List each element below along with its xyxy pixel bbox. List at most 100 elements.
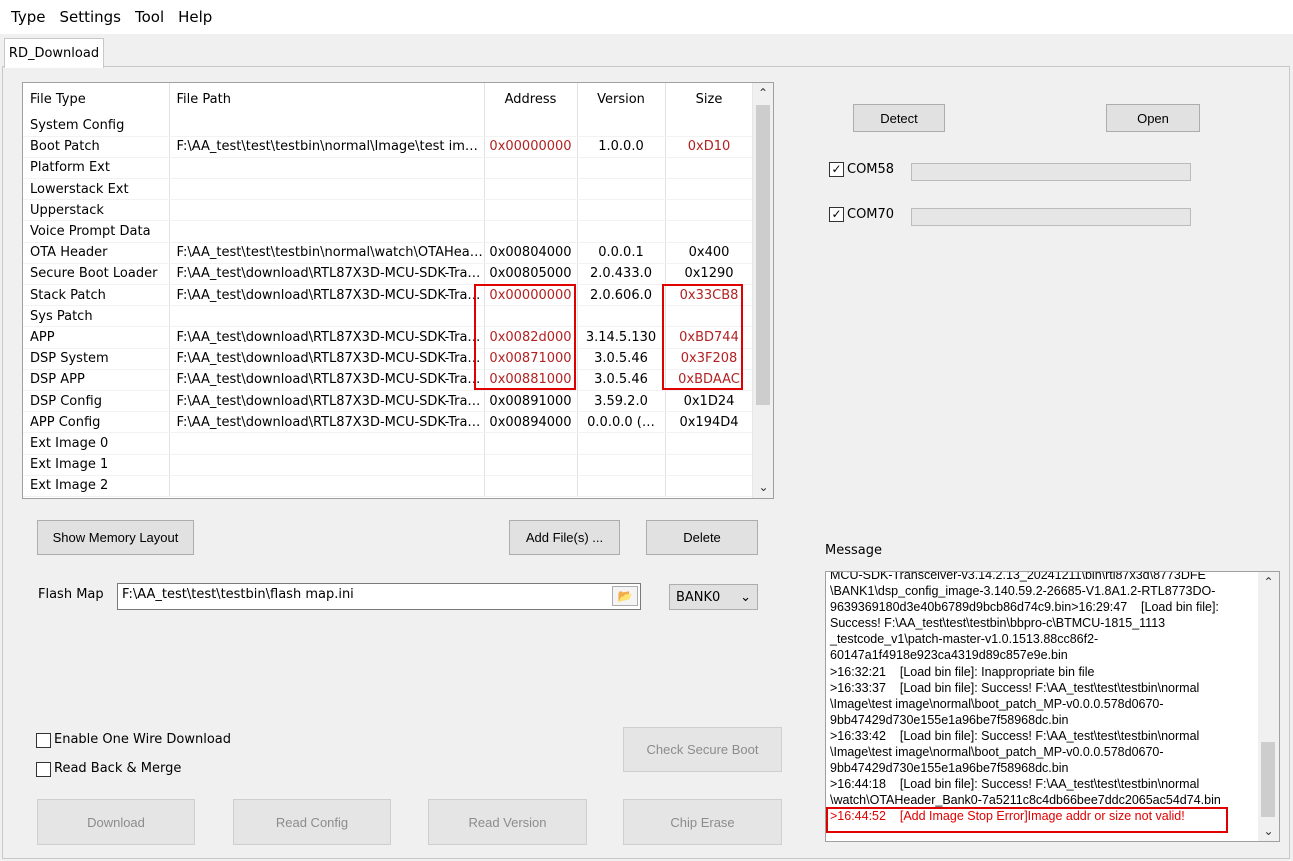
message-log[interactable]: MCU-SDK-Transceiver-v3.14.2.13_20241211\… [825,571,1280,842]
cell-file-path [169,157,485,180]
cell-size [665,220,754,243]
menu-tool[interactable]: Tool [128,0,171,34]
cell-version [577,157,666,180]
scroll-down-icon[interactable]: ⌄ [1258,821,1279,841]
cell-size: 0x194D4 [665,411,754,434]
cell-file-type: DSP Config [23,390,170,413]
cell-version: 2.0.433.0 [577,263,666,286]
cell-address: 0x0082d000 [484,326,578,349]
com70-checkbox[interactable]: ✓ [829,207,844,222]
detect-button[interactable]: Detect [853,104,945,132]
bank-select[interactable]: BANK0 ⌄ [669,584,758,610]
menu-settings[interactable]: Settings [52,0,128,34]
message-line: \watch\OTAHeader_Bank0-7a5211c8c4db66bee… [830,793,1221,808]
message-scrollbar[interactable]: ⌃ ⌄ [1258,572,1279,841]
cell-file-path: F:\AA_test\download\RTL87X3D-MCU-SDK-Tra… [169,348,485,370]
table-row[interactable]: Boot Patch F:\AA_test\test\testbin\normal… [23,136,754,158]
table-row[interactable]: DSP Config F:\AA_test\download\RTL87X3D-M… [23,390,754,413]
cell-file-type: Lowerstack Ext [23,178,170,201]
browse-folder-icon[interactable]: 📂 [612,586,638,606]
cell-file-type: Secure Boot Loader [23,263,170,286]
header-address[interactable]: Address [484,83,578,115]
cell-file-type: Voice Prompt Data [23,220,170,243]
table-row[interactable]: APP Config F:\AA_test\download\RTL87X3D-M… [23,411,754,434]
show-memory-layout-button[interactable]: Show Memory Layout [37,520,194,555]
table-row[interactable]: Voice Prompt Data [23,220,754,243]
table-row[interactable]: Stack Patch F:\AA_test\download\RTL87X3D-… [23,284,754,307]
table-row[interactable]: Ext Image 0 [23,432,754,455]
header-file-type[interactable]: File Type [23,83,170,115]
check-secure-boot-button[interactable]: Check Secure Boot [623,727,782,772]
message-line: >16:44:18 [Load bin file]: Success! F:\A… [830,777,1200,792]
cell-version: 3.14.5.130 [577,326,666,349]
cell-size [665,199,754,222]
scroll-thumb[interactable] [1261,742,1275,817]
tab-rd-download[interactable]: RD_Download [4,38,104,68]
message-line: 9639369180d3e40b6789d9bcb86d74c9.bin>16:… [830,600,1219,615]
cell-size [665,178,754,201]
table-scrollbar[interactable]: ⌃ ⌄ [752,83,773,498]
cell-version: 3.0.5.46 [577,369,666,391]
table-row[interactable]: Sys Patch [23,305,754,328]
com58-checkbox[interactable]: ✓ [829,162,844,177]
message-line: >16:33:42 [Load bin file]: Success! F:\A… [830,728,1200,743]
cell-file-path: F:\AA_test\download\RTL87X3D-MCU-SDK-Tra… [169,369,485,391]
com58-progress-bar [911,163,1191,181]
table-row[interactable]: OTA Header F:\AA_test\test\testbin\normal… [23,242,754,264]
add-files-button[interactable]: Add File(s) ... [509,520,620,555]
message-line: _testcode_v1\patch-master-v1.0.1513.88cc… [830,632,1099,647]
cell-address [484,157,578,180]
scroll-thumb[interactable] [756,105,770,405]
header-file-path[interactable]: File Path [169,83,485,115]
table-row[interactable]: Lowerstack Ext [23,178,754,201]
read-version-button[interactable]: Read Version [428,799,587,845]
table-row[interactable]: Upperstack [23,199,754,222]
table-row[interactable]: Secure Boot Loader F:\AA_test\download\RT… [23,263,754,286]
scroll-down-icon[interactable]: ⌄ [753,477,773,498]
one-wire-checkbox[interactable] [36,733,51,748]
header-version[interactable]: Version [577,83,666,115]
table-row[interactable]: Ext Image 1 [23,454,754,476]
cell-file-type: Sys Patch [23,305,170,328]
table-row[interactable]: Platform Ext [23,157,754,180]
cell-file-path: F:\AA_test\download\RTL87X3D-MCU-SDK-Tra… [169,284,485,307]
open-button[interactable]: Open [1106,104,1200,132]
cell-version: 3.59.2.0 [577,390,666,413]
table-row[interactable]: DSP System F:\AA_test\download\RTL87X3D-M… [23,348,754,370]
cell-file-type: DSP System [23,348,170,370]
message-line: MCU-SDK-Transceiver-v3.14.2.13_20241211\… [830,571,1206,582]
cell-size: 0xD10 [665,136,754,158]
check-icon: ✓ [831,207,842,221]
chip-erase-button[interactable]: Chip Erase [623,799,782,845]
header-size[interactable]: Size [665,83,754,115]
read-back-checkbox[interactable] [36,762,51,777]
table-row[interactable]: DSP APP F:\AA_test\download\RTL87X3D-MCU-… [23,369,754,391]
one-wire-label: Enable One Wire Download [54,732,232,747]
menu-help[interactable]: Help [171,0,219,34]
file-table[interactable]: File Type File Path Address Version Size… [22,82,774,499]
cell-address: 0x00894000 [484,411,578,434]
table-row[interactable]: Ext Image 2 [23,475,754,497]
cell-file-path [169,454,485,476]
cell-version [577,305,666,328]
cell-version [577,199,666,222]
menu-type[interactable]: Type [4,0,52,34]
table-row[interactable]: System Config [23,115,754,137]
cell-size: 0x33CB8 [665,284,754,307]
read-config-button[interactable]: Read Config [233,799,391,845]
cell-version [577,454,666,476]
flash-map-input[interactable]: F:\AA_test\test\testbin\flash map.ini 📂 [117,583,641,610]
scroll-up-icon[interactable]: ⌃ [753,83,773,104]
cell-size [665,454,754,476]
scroll-up-icon[interactable]: ⌃ [1258,572,1279,592]
download-button[interactable]: Download [37,799,195,845]
cell-file-type: Stack Patch [23,284,170,307]
cell-size [665,115,754,137]
delete-button[interactable]: Delete [646,520,758,555]
cell-file-path: F:\AA_test\download\RTL87X3D-MCU-SDK-Tra… [169,390,485,413]
table-row[interactable]: APP F:\AA_test\download\RTL87X3D-MCU-SDK-… [23,326,754,349]
cell-version: 3.0.5.46 [577,348,666,370]
cell-version: 0.0.0.1 [577,242,666,264]
cell-address [484,220,578,243]
cell-file-type: APP Config [23,411,170,434]
